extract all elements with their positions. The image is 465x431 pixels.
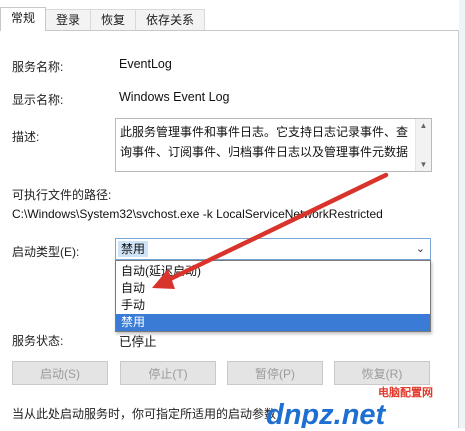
site-watermark: 电脑配置网 dnpz.net: [262, 382, 462, 431]
watermark-brand: dnpz.net: [266, 399, 387, 428]
annotation-arrow: [152, 172, 389, 289]
watermark-logo: 电脑配置网 dnpz.net: [266, 385, 433, 431]
watermark-top-text: 电脑配置网: [378, 385, 433, 399]
